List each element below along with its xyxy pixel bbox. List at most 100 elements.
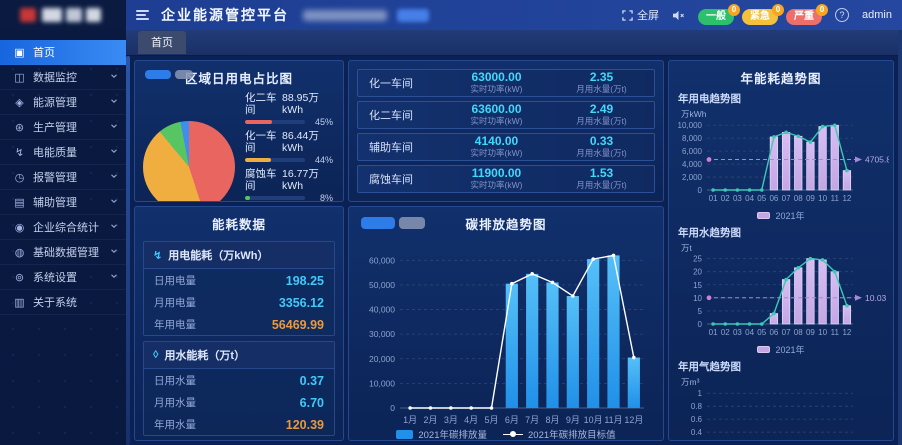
sidebar-item-系统设置[interactable]: ⊚系统设置 <box>0 265 126 290</box>
svg-text:20,000: 20,000 <box>369 354 395 364</box>
carbon-legend: 2021年碳排放量 2021年碳排放目标值 <box>349 426 663 441</box>
panel-title: 能耗数据 <box>143 207 335 236</box>
sidebar-item-首页[interactable]: ▣首页 <box>0 40 126 65</box>
content-scrollbar[interactable] <box>126 56 130 445</box>
sidebar-item-关于系统[interactable]: ▥关于系统 <box>0 290 126 315</box>
panel-title: 年能耗趋势图 <box>673 61 889 90</box>
system-settings-icon: ⊚ <box>13 271 26 284</box>
realtime-power-label: 实时功率(kW) <box>471 180 523 191</box>
trend-chart-legend[interactable]: 2021年 <box>673 343 889 358</box>
chevron-down-icon <box>110 272 118 280</box>
realtime-power-label: 实时功率(kW) <box>471 148 523 159</box>
legend-toggle-pill-grey[interactable] <box>399 217 425 229</box>
pie-chart[interactable] <box>143 121 235 203</box>
pie-legend-item[interactable]: 腐蚀车间16.77万kWh8% <box>245 168 333 202</box>
svg-text:11月: 11月 <box>604 415 622 425</box>
mute-icon[interactable] <box>672 10 685 21</box>
alarm-badge-紧急[interactable]: 紧急0 <box>742 9 778 25</box>
svg-text:7月: 7月 <box>525 415 539 425</box>
tab-home[interactable]: 首页 <box>138 31 186 54</box>
percent-bar-track <box>245 158 305 162</box>
svg-text:12: 12 <box>842 194 851 203</box>
help-icon[interactable]: ? <box>835 8 849 22</box>
svg-text:万m³: 万m³ <box>681 377 700 387</box>
electric-chart-svg: 02,0004,0006,0008,00010,0000102030405060… <box>673 106 889 204</box>
svg-text:09: 09 <box>806 328 815 337</box>
workshop-row[interactable]: 辅助车间4140.00实时功率(kW)0.33月用水量(万t) <box>357 133 655 161</box>
svg-text:10.03: 10.03 <box>865 293 887 303</box>
workshop-name: 化一车间 <box>358 75 444 91</box>
badge-label: 严重 <box>794 11 814 22</box>
svg-text:0.4: 0.4 <box>691 428 703 437</box>
sidebar-item-label: 首页 <box>33 44 118 60</box>
svg-text:10: 10 <box>693 294 702 303</box>
workshop-value: 88.95万kWh <box>282 92 333 116</box>
logo-blurred-block <box>42 8 62 22</box>
svg-text:0.6: 0.6 <box>691 415 703 424</box>
badge-count: 0 <box>816 4 828 16</box>
energy-row-label: 年用电量 <box>154 317 196 332</box>
username[interactable]: admin <box>862 9 892 21</box>
alarm-badge-严重[interactable]: 严重0 <box>786 9 822 25</box>
legend-toggle-pill-blue[interactable] <box>361 217 395 229</box>
legend-bar-swatch <box>757 212 770 219</box>
sidebar-item-能源管理[interactable]: ◈能源管理 <box>0 90 126 115</box>
svg-text:8月: 8月 <box>545 415 559 425</box>
sidebar-item-label: 电能质量 <box>33 144 103 160</box>
energy-row: 月用电量3356.12 <box>144 291 334 313</box>
sidebar-item-电能质量[interactable]: ↯电能质量 <box>0 140 126 165</box>
legend-label: 2021年 <box>775 343 804 356</box>
blurred-header-button[interactable] <box>397 9 429 22</box>
svg-text:10,000: 10,000 <box>678 121 703 130</box>
alarm-badge-一般[interactable]: 一般0 <box>698 9 734 25</box>
sidebar-item-label: 基础数据管理 <box>33 244 103 260</box>
dashboard-content: 区域日用电占比图 化二车间88.95万kWh45%化一车间86.44万kWh44… <box>126 56 902 445</box>
pie-legend-item[interactable]: 化二车间88.95万kWh45% <box>245 92 333 127</box>
fullscreen-label: 全屏 <box>637 7 659 23</box>
svg-text:03: 03 <box>733 194 742 203</box>
svg-text:10: 10 <box>818 328 827 337</box>
chevron-down-icon <box>110 197 118 205</box>
energy-section: ◊用水能耗（万t）日用水量0.37月用水量6.70年用水量120.39 <box>143 341 335 436</box>
sidebar-item-辅助管理[interactable]: ▤辅助管理 <box>0 190 126 215</box>
legend-item-line[interactable]: 2021年碳排放目标值 <box>503 427 616 441</box>
trend-chart-legend[interactable]: 2021年 <box>673 209 889 224</box>
sidebar-item-报警管理[interactable]: ◷报警管理 <box>0 165 126 190</box>
workshop-row[interactable]: 化一车间63000.00实时功率(kW)2.35月用水量(万t) <box>357 69 655 97</box>
energy-row-label: 月用电量 <box>154 295 196 310</box>
panel-daily-electricity-share: 区域日用电占比图 化二车间88.95万kWh45%化一车间86.44万kWh44… <box>134 60 344 202</box>
column-left: 区域日用电占比图 化二车间88.95万kWh45%化一车间86.44万kWh44… <box>134 60 344 441</box>
legend-item-bar[interactable]: 2021年碳排放量 <box>396 427 487 441</box>
energy-row: 年用电量56469.99 <box>144 313 334 335</box>
svg-text:3月: 3月 <box>444 415 458 425</box>
sidebar-item-企业综合统计[interactable]: ◉企业综合统计 <box>0 215 126 240</box>
menu-collapse-icon[interactable] <box>134 8 151 22</box>
fullscreen-button[interactable]: 全屏 <box>622 7 659 23</box>
svg-text:2,000: 2,000 <box>682 173 703 182</box>
column-right: 年能耗趋势图 年用电趋势图02,0004,0006,0008,00010,000… <box>668 60 894 441</box>
chevron-down-icon <box>110 172 118 180</box>
workshop-name: 腐蚀车间 <box>358 171 444 187</box>
svg-text:09: 09 <box>806 194 815 203</box>
legend-toggle-pill-grey[interactable] <box>175 70 193 79</box>
svg-text:8,000: 8,000 <box>682 134 703 143</box>
sidebar-item-数据监控[interactable]: ◫数据监控 <box>0 65 126 90</box>
svg-text:60,000: 60,000 <box>369 255 395 265</box>
realtime-power-value: 63600.00 <box>471 104 521 115</box>
svg-text:15: 15 <box>693 281 702 290</box>
legend-toggle-pill-blue[interactable] <box>145 70 171 79</box>
header-actions: 全屏 一般0 紧急0 严重0 ? admin <box>622 6 892 25</box>
app-logo <box>0 0 126 30</box>
sidebar-item-基础数据管理[interactable]: ◍基础数据管理 <box>0 240 126 265</box>
pie-legend-item[interactable]: 化一车间86.44万kWh44% <box>245 130 333 165</box>
about-system-icon: ▥ <box>13 296 26 309</box>
sidebar-item-生产管理[interactable]: ⊛生产管理 <box>0 115 126 140</box>
energy-section-title: 用水能耗（万t） <box>164 347 245 363</box>
percent-label: 8% <box>309 193 333 202</box>
tab-bar: 首页 <box>126 30 902 56</box>
workshop-row[interactable]: 化二车间63600.00实时功率(kW)2.49月用水量(万t) <box>357 101 655 129</box>
trend-chart-subtitle: 年用电趋势图 <box>678 91 889 106</box>
page-scrollbar[interactable] <box>898 30 902 445</box>
workshop-row[interactable]: 腐蚀车间11900.00实时功率(kW)1.53月用水量(万t) <box>357 165 655 193</box>
blurred-header-text <box>303 10 387 21</box>
